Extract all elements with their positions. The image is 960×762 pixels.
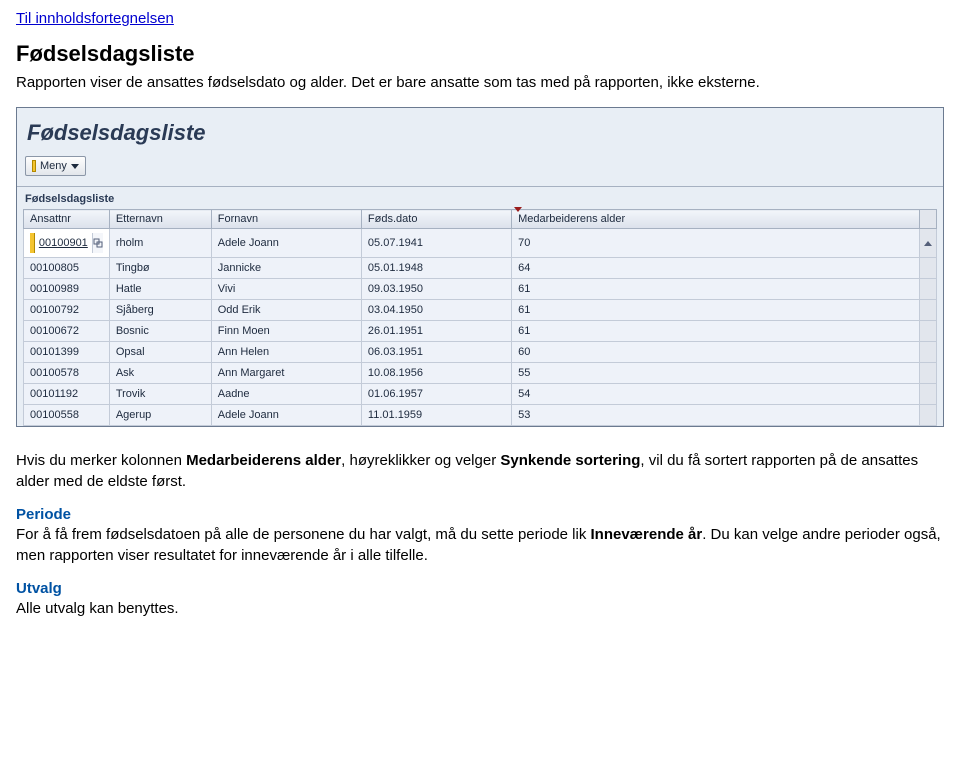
cell-alder[interactable]: 61 xyxy=(512,279,920,300)
col-header-alder[interactable]: Medarbeiderens alder xyxy=(512,210,920,229)
bold-column-name: Medarbeiderens alder xyxy=(186,452,341,469)
cell-alder[interactable]: 64 xyxy=(512,258,920,279)
utvalg-heading: Utvalg xyxy=(16,580,62,597)
cell-alder[interactable]: 61 xyxy=(512,300,920,321)
intro-paragraph: Rapporten viser de ansattes fødselsdato … xyxy=(16,73,944,93)
cell-fornavn[interactable]: Vivi xyxy=(211,279,361,300)
meny-button[interactable]: Meny xyxy=(25,156,86,176)
cell-alder[interactable]: 70 xyxy=(512,229,920,258)
table-row[interactable]: 00100989HatleVivi09.03.195061 xyxy=(24,279,937,300)
scrollbar-cell[interactable] xyxy=(919,405,936,426)
scrollbar-cell[interactable] xyxy=(919,342,936,363)
cell-etternavn[interactable]: rholm xyxy=(109,229,211,258)
cell-fornavn[interactable]: Ann Helen xyxy=(211,342,361,363)
cell-ansattnr[interactable]: 00100805 xyxy=(24,258,110,279)
cell-fornavn[interactable]: Jannicke xyxy=(211,258,361,279)
periode-paragraph: Periode For å få frem fødselsdatoen på a… xyxy=(16,505,944,567)
cell-fornavn[interactable]: Adele Joann xyxy=(211,405,361,426)
cell-etternavn[interactable]: Tingbø xyxy=(109,258,211,279)
scroll-up-icon xyxy=(924,241,932,246)
cell-fodsdato[interactable]: 09.03.1950 xyxy=(361,279,511,300)
cell-fornavn[interactable]: Adele Joann xyxy=(211,229,361,258)
scrollbar-cell[interactable] xyxy=(919,300,936,321)
col-header-etternavn[interactable]: Etternavn xyxy=(109,210,211,229)
scrollbar-cell[interactable] xyxy=(919,258,936,279)
page-heading: Fødselsdagsliste xyxy=(16,41,944,67)
bold-period: Inneværende år xyxy=(591,526,703,543)
app-title: Fødselsdagsliste xyxy=(27,120,206,145)
cell-fornavn[interactable]: Odd Erik xyxy=(211,300,361,321)
table-row[interactable]: 00100672BosnicFinn Moen26.01.195161 xyxy=(24,321,937,342)
cell-ansattnr[interactable]: 00100989 xyxy=(24,279,110,300)
sort-instruction: Hvis du merker kolonnen Medarbeiderens a… xyxy=(16,451,944,492)
cell-fodsdato[interactable]: 11.01.1959 xyxy=(361,405,511,426)
cell-fornavn[interactable]: Finn Moen xyxy=(211,321,361,342)
cell-ansattnr[interactable]: 00101399 xyxy=(24,342,110,363)
scrollbar-cell[interactable] xyxy=(919,384,936,405)
cell-etternavn[interactable]: Opsal xyxy=(109,342,211,363)
table-row[interactable]: 00100578AskAnn Margaret10.08.195655 xyxy=(24,363,937,384)
cell-alder[interactable]: 54 xyxy=(512,384,920,405)
cell-fodsdato[interactable]: 10.08.1956 xyxy=(361,363,511,384)
text-fragment: Alle utvalg kan benyttes. xyxy=(16,600,179,617)
text-fragment: Hvis du merker kolonnen xyxy=(16,452,186,469)
cell-fodsdato[interactable]: 01.06.1957 xyxy=(361,384,511,405)
table-subtitle: Fødselsdagsliste xyxy=(23,191,937,209)
toc-link[interactable]: Til innholdsfortegnelsen xyxy=(16,10,174,27)
cell-etternavn[interactable]: Sjåberg xyxy=(109,300,211,321)
cell-ansattnr[interactable]: 00100558 xyxy=(24,405,110,426)
cell-fodsdato[interactable]: 06.03.1951 xyxy=(361,342,511,363)
cell-etternavn[interactable]: Agerup xyxy=(109,405,211,426)
cell-fodsdato[interactable]: 03.04.1950 xyxy=(361,300,511,321)
col-header-alder-label: Medarbeiderens alder xyxy=(518,213,625,225)
meny-label: Meny xyxy=(40,160,67,172)
cell-etternavn[interactable]: Ask xyxy=(109,363,211,384)
birthday-table: Ansattnr Etternavn Fornavn Føds.dato Med… xyxy=(23,209,937,426)
col-header-fornavn[interactable]: Fornavn xyxy=(211,210,361,229)
cell-ansattnr[interactable]: 00100578 xyxy=(24,363,110,384)
col-header-ansattnr[interactable]: Ansattnr xyxy=(24,210,110,229)
utvalg-paragraph: Utvalg Alle utvalg kan benyttes. xyxy=(16,579,944,620)
text-fragment: For å få frem fødselsdatoen på alle de p… xyxy=(16,526,591,543)
cell-alder[interactable]: 60 xyxy=(512,342,920,363)
scrollbar-cell[interactable] xyxy=(919,229,936,258)
sort-desc-icon xyxy=(514,207,522,212)
cell-ansattnr-value: 00100901 xyxy=(35,233,92,253)
table-row[interactable]: 00100805TingbøJannicke05.01.194864 xyxy=(24,258,937,279)
table-row[interactable]: 00100558AgerupAdele Joann11.01.195953 xyxy=(24,405,937,426)
app-screenshot: Fødselsdagsliste Meny Fødselsdagsliste A… xyxy=(16,107,944,427)
table-row[interactable]: 00100792SjåbergOdd Erik03.04.195061 xyxy=(24,300,937,321)
cell-alder[interactable]: 53 xyxy=(512,405,920,426)
scrollbar-cell[interactable] xyxy=(919,321,936,342)
value-help-icon[interactable] xyxy=(92,233,103,253)
cell-etternavn[interactable]: Trovik xyxy=(109,384,211,405)
chevron-down-icon xyxy=(71,164,79,169)
col-header-fodsdato[interactable]: Føds.dato xyxy=(361,210,511,229)
text-fragment: , høyreklikker og velger xyxy=(341,452,500,469)
cell-fornavn[interactable]: Aadne xyxy=(211,384,361,405)
cell-fornavn[interactable]: Ann Margaret xyxy=(211,363,361,384)
periode-heading: Periode xyxy=(16,506,71,523)
scrollbar-cell[interactable] xyxy=(919,279,936,300)
cell-ansattnr[interactable]: 00100792 xyxy=(24,300,110,321)
cell-fodsdato[interactable]: 05.07.1941 xyxy=(361,229,511,258)
cell-etternavn[interactable]: Hatle xyxy=(109,279,211,300)
table-row[interactable]: 00100901 rholmAdele Joann05.07.194170 xyxy=(24,229,937,258)
scrollbar-header xyxy=(919,210,936,229)
cell-fodsdato[interactable]: 05.01.1948 xyxy=(361,258,511,279)
cell-alder[interactable]: 55 xyxy=(512,363,920,384)
cell-ansattnr[interactable]: 00100672 xyxy=(24,321,110,342)
cell-etternavn[interactable]: Bosnic xyxy=(109,321,211,342)
table-row[interactable]: 00101192TrovikAadne01.06.195754 xyxy=(24,384,937,405)
cell-fodsdato[interactable]: 26.01.1951 xyxy=(361,321,511,342)
meny-marker-icon xyxy=(32,160,36,172)
cell-alder[interactable]: 61 xyxy=(512,321,920,342)
scrollbar-cell[interactable] xyxy=(919,363,936,384)
bold-sort-option: Synkende sortering xyxy=(500,452,640,469)
cell-ansattnr[interactable]: 00100901 xyxy=(24,229,110,258)
cell-ansattnr[interactable]: 00101192 xyxy=(24,384,110,405)
table-row[interactable]: 00101399OpsalAnn Helen06.03.195160 xyxy=(24,342,937,363)
